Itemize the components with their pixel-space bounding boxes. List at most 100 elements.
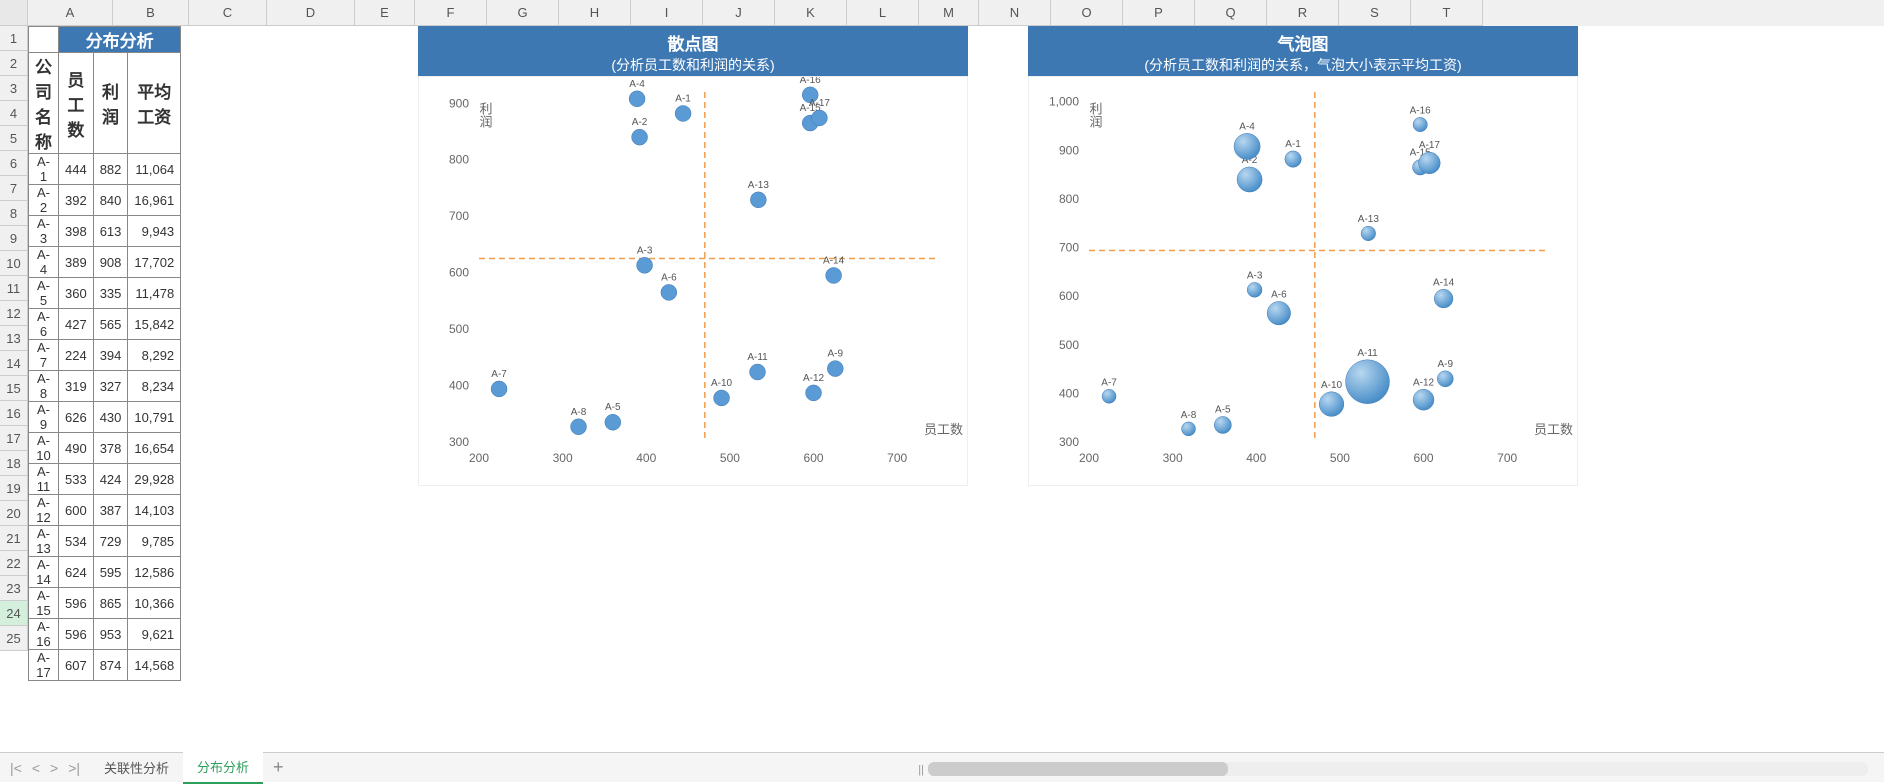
table-row[interactable]: A-83193278,234 (29, 371, 181, 402)
data-point[interactable] (806, 385, 822, 401)
row-header-9[interactable]: 9 (0, 226, 28, 251)
cell[interactable]: 427 (59, 309, 94, 340)
cell[interactable]: 424 (93, 464, 128, 495)
horizontal-scrollbar[interactable] (928, 762, 1868, 776)
col-header-F[interactable]: F (415, 0, 487, 26)
table-row[interactable]: A-1260038714,103 (29, 495, 181, 526)
row-header-12[interactable]: 12 (0, 301, 28, 326)
data-point[interactable] (826, 267, 842, 283)
data-point[interactable] (1413, 117, 1427, 131)
cell[interactable]: 8,292 (128, 340, 181, 371)
cell[interactable]: A-5 (29, 278, 59, 309)
row-header-17[interactable]: 17 (0, 426, 28, 451)
cell[interactable]: 29,928 (128, 464, 181, 495)
scroll-split-icon[interactable]: || (918, 764, 924, 776)
cell[interactable]: A-6 (29, 309, 59, 340)
data-point[interactable] (811, 110, 827, 126)
data-point[interactable] (1234, 133, 1260, 159)
data-point[interactable] (1346, 360, 1390, 404)
cell[interactable]: 8,234 (128, 371, 181, 402)
cell[interactable]: 607 (59, 650, 94, 681)
cell[interactable]: 17,702 (128, 247, 181, 278)
cell[interactable]: 874 (93, 650, 128, 681)
row-header-2[interactable]: 2 (0, 51, 28, 76)
col-header-S[interactable]: S (1339, 0, 1411, 26)
cell[interactable]: 865 (93, 588, 128, 619)
hdr-avgwage[interactable]: 平均工资 (128, 53, 181, 154)
col-header-Q[interactable]: Q (1195, 0, 1267, 26)
tab-correlation[interactable]: 关联性分析 (90, 752, 183, 783)
data-point[interactable] (1419, 152, 1441, 174)
row-header-22[interactable]: 22 (0, 551, 28, 576)
cell[interactable]: 12,586 (128, 557, 181, 588)
cell[interactable]: A-17 (29, 650, 59, 681)
cell[interactable]: A-8 (29, 371, 59, 402)
row-header-18[interactable]: 18 (0, 451, 28, 476)
cell[interactable]: 389 (59, 247, 94, 278)
row-header-23[interactable]: 23 (0, 576, 28, 601)
col-header-B[interactable]: B (113, 0, 189, 26)
table-row[interactable]: A-1559686510,366 (29, 588, 181, 619)
cell[interactable]: 534 (59, 526, 94, 557)
cell[interactable]: 319 (59, 371, 94, 402)
data-point[interactable] (1102, 389, 1116, 403)
col-header-D[interactable]: D (267, 0, 355, 26)
row-header-25[interactable]: 25 (0, 626, 28, 651)
cell[interactable]: 596 (59, 619, 94, 650)
tab-nav-first[interactable]: |< (6, 760, 26, 776)
cell[interactable]: A-15 (29, 588, 59, 619)
table-row[interactable]: A-438990817,702 (29, 247, 181, 278)
data-point[interactable] (1413, 389, 1434, 410)
row-header-7[interactable]: 7 (0, 176, 28, 201)
scrollbar-thumb[interactable] (928, 762, 1228, 776)
tab-nav-last[interactable]: >| (64, 760, 84, 776)
cell[interactable]: 490 (59, 433, 94, 464)
table-row[interactable]: A-1760787414,568 (29, 650, 181, 681)
cell[interactable]: 430 (93, 402, 128, 433)
table-row[interactable]: A-144488211,064 (29, 154, 181, 185)
hdr-employees[interactable]: 员工数 (59, 53, 94, 154)
row-header-10[interactable]: 10 (0, 251, 28, 276)
cell[interactable]: 398 (59, 216, 94, 247)
cell[interactable]: 11,478 (128, 278, 181, 309)
cell[interactable]: 14,103 (128, 495, 181, 526)
hdr-profit[interactable]: 利润 (93, 53, 128, 154)
scatter-chart[interactable]: 300400500600700800900200300400500600700员… (418, 76, 968, 486)
cell[interactable]: 392 (59, 185, 94, 216)
row-header-15[interactable]: 15 (0, 376, 28, 401)
data-point[interactable] (750, 364, 766, 380)
cell[interactable]: 10,366 (128, 588, 181, 619)
table-row[interactable]: A-1153342429,928 (29, 464, 181, 495)
data-point[interactable] (1237, 167, 1262, 192)
cell[interactable]: 224 (59, 340, 94, 371)
cell[interactable]: 11,064 (128, 154, 181, 185)
cell[interactable]: 394 (93, 340, 128, 371)
data-point[interactable] (605, 414, 621, 430)
data-point[interactable] (1319, 392, 1344, 417)
table-row[interactable]: A-135347299,785 (29, 526, 181, 557)
cell[interactable]: 882 (93, 154, 128, 185)
cell[interactable]: 387 (93, 495, 128, 526)
cell[interactable]: A-4 (29, 247, 59, 278)
cell[interactable]: 444 (59, 154, 94, 185)
data-point[interactable] (675, 105, 691, 121)
tab-distribution[interactable]: 分布分析 (183, 751, 263, 784)
merged-header[interactable]: 分布分析 (59, 27, 181, 53)
cell[interactable]: A-13 (29, 526, 59, 557)
cell[interactable]: 533 (59, 464, 94, 495)
tab-nav-prev[interactable]: < (28, 760, 44, 776)
data-point[interactable] (1247, 282, 1262, 297)
row-header-11[interactable]: 11 (0, 276, 28, 301)
data-point[interactable] (1285, 151, 1301, 167)
col-header-I[interactable]: I (631, 0, 703, 26)
cell[interactable]: 378 (93, 433, 128, 464)
row-header-14[interactable]: 14 (0, 351, 28, 376)
cell[interactable]: 613 (93, 216, 128, 247)
bubble-chart[interactable]: 3004005006007008009001,00020030040050060… (1028, 76, 1578, 486)
col-header-A[interactable]: A (28, 0, 113, 26)
cell[interactable]: 10,791 (128, 402, 181, 433)
table-row[interactable]: A-72243948,292 (29, 340, 181, 371)
row-header-13[interactable]: 13 (0, 326, 28, 351)
col-header-G[interactable]: G (487, 0, 559, 26)
table-row[interactable]: A-642756515,842 (29, 309, 181, 340)
